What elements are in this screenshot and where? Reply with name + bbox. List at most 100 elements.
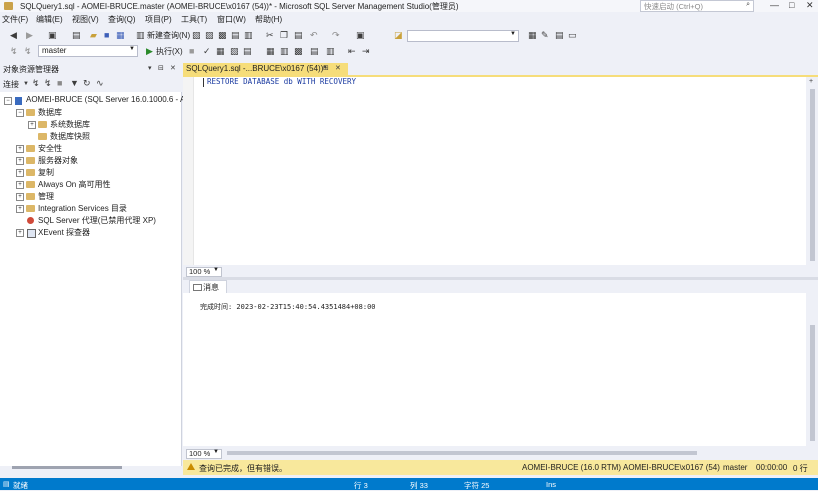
window-title: SQLQuery1.sql - AOMEI-BRUCE.master (AOME… [20, 2, 459, 11]
auto-hide-icon[interactable]: ⊟ [158, 64, 164, 74]
folder-icon [26, 157, 35, 164]
results-to-grid-icon[interactable]: ▦ [266, 46, 275, 56]
comment-icon[interactable]: ▤ [310, 46, 319, 56]
expand-icon[interactable]: + [16, 193, 24, 201]
split-icon[interactable]: + [809, 77, 813, 87]
redo-icon[interactable]: ↷ [332, 30, 340, 40]
expand-icon[interactable]: + [16, 205, 24, 213]
menu-file[interactable]: 文件(F) [2, 14, 28, 25]
maximize-button[interactable]: □ [789, 0, 794, 10]
messages-hscroll[interactable] [227, 451, 697, 455]
expand-icon[interactable]: + [16, 157, 24, 165]
object-explorer-hscroll[interactable] [12, 466, 122, 469]
query-editor[interactable] [183, 77, 806, 265]
query-icon-5[interactable]: ▥ [244, 30, 253, 40]
pin-icon[interactable]: ⊞ [323, 64, 329, 74]
decrease-indent-icon[interactable]: ⇤ [348, 46, 356, 56]
collapse-icon[interactable]: − [4, 97, 12, 105]
activity-monitor-icon[interactable]: ∿ [96, 78, 104, 88]
quick-launch-input[interactable]: 快速启动 (Ctrl+Q) ⌕ [640, 0, 754, 12]
execute-button[interactable]: 执行(X) [156, 46, 183, 57]
execute-icon[interactable]: ▶ [146, 46, 153, 56]
agent-icon [27, 217, 34, 224]
back-icon[interactable]: ◀ [10, 30, 17, 40]
tree-label-always-on: Always On 高可用性 [38, 180, 111, 189]
menu-tools[interactable]: 工具(T) [181, 14, 207, 25]
forward-icon[interactable]: ▶ [26, 30, 33, 40]
cancel-query-icon[interactable]: ■ [189, 46, 194, 56]
connect-object-icon[interactable]: ↯ [32, 78, 40, 88]
connect-icon[interactable]: ↯ [10, 46, 18, 56]
expand-icon[interactable]: + [16, 169, 24, 177]
properties-icon[interactable]: ▦ [528, 30, 537, 40]
query-icon-2[interactable]: ▨ [205, 30, 214, 40]
solution-config-combo[interactable]: ▼ [407, 30, 519, 42]
disconnect-icon[interactable]: ↯ [24, 46, 32, 56]
uncomment-icon[interactable]: ▥ [326, 46, 335, 56]
cut-icon[interactable]: ✂ [266, 30, 274, 40]
pin-menu-icon[interactable]: ▾ [148, 64, 152, 74]
new-query-button[interactable]: 新建查询(N) [147, 30, 190, 41]
database-select[interactable]: master ▼ [38, 45, 138, 57]
menu-help[interactable]: 帮助(H) [255, 14, 282, 25]
refresh-icon[interactable]: ↻ [83, 78, 91, 88]
copy-icon[interactable]: ❐ [280, 30, 288, 40]
registered-servers-icon[interactable]: ▤ [555, 30, 564, 40]
parse-icon[interactable]: ✓ [203, 46, 211, 56]
undo-icon[interactable]: ↶ [310, 30, 318, 40]
editor-zoom-select[interactable]: 100 % ▼ [186, 267, 222, 277]
window-layout-icon[interactable]: ▭ [568, 30, 577, 40]
expand-icon[interactable]: + [16, 181, 24, 189]
ssms-app-icon [4, 2, 13, 10]
query-icon-3[interactable]: ▩ [218, 30, 227, 40]
tab-messages[interactable]: 消息 [189, 280, 227, 293]
estimated-plan-icon[interactable]: ▦ [216, 46, 225, 56]
folder-icon [26, 193, 35, 200]
query-icon-4[interactable]: ▤ [231, 30, 240, 40]
tree-label-security: 安全性 [38, 144, 62, 153]
results-to-text-icon[interactable]: ▤ [243, 46, 252, 56]
filter-icon[interactable]: ▼ [70, 78, 79, 88]
menu-query[interactable]: 查询(Q) [108, 14, 136, 25]
query-icon-1[interactable]: ▧ [192, 30, 201, 40]
connect-button[interactable]: 连接 [3, 79, 19, 90]
menu-project[interactable]: 项目(P) [145, 14, 172, 25]
new-file-icon[interactable]: ▤ [72, 30, 81, 40]
minimize-button[interactable]: — [770, 0, 779, 10]
save-icon[interactable]: ■ [104, 30, 109, 40]
menu-view[interactable]: 视图(V) [72, 14, 99, 25]
editor-scroll-thumb[interactable] [810, 89, 815, 261]
open-folder-icon[interactable]: ▰ [90, 30, 97, 40]
expand-icon[interactable]: + [28, 121, 36, 129]
messages-pane[interactable] [183, 293, 806, 446]
close-panel-icon[interactable]: ✕ [170, 64, 176, 74]
query-options-icon[interactable]: ▧ [230, 46, 239, 56]
include-plan-icon[interactable]: ▩ [294, 46, 303, 56]
wrench-icon[interactable]: ✎ [541, 30, 549, 40]
messages-zoom-select[interactable]: 100 % ▼ [186, 449, 222, 459]
menu-window[interactable]: 窗口(W) [217, 14, 246, 25]
chevron-down-icon: ▼ [129, 46, 135, 52]
disconnect-object-icon[interactable]: ↯ [44, 78, 52, 88]
results-to-file-icon[interactable]: ▥ [280, 46, 289, 56]
messages-scroll-thumb[interactable] [810, 325, 815, 441]
new-query-icon[interactable]: ▥ [136, 30, 145, 40]
object-explorer-tree: − AOMEI-BRUCE (SQL Server 16.0.1000.6 - … [0, 92, 192, 466]
save-all-icon[interactable]: ▦ [116, 30, 125, 40]
stop-icon[interactable]: ■ [57, 78, 62, 88]
expand-icon[interactable]: + [16, 145, 24, 153]
menu-edit[interactable]: 编辑(E) [36, 14, 63, 25]
chevron-down-icon[interactable]: ▼ [23, 79, 29, 89]
paste-icon[interactable]: ▤ [294, 30, 303, 40]
close-tab-icon[interactable]: ✕ [335, 64, 341, 74]
expand-icon[interactable]: + [16, 229, 24, 237]
close-button[interactable]: ✕ [806, 0, 814, 11]
collapse-icon[interactable]: − [16, 109, 24, 117]
debug-icon[interactable]: ▣ [356, 30, 365, 40]
solution-config-icon[interactable]: ◪ [394, 30, 403, 40]
new-project-icon[interactable]: ▣ [48, 30, 57, 40]
increase-indent-icon[interactable]: ⇥ [362, 46, 370, 56]
editor-footer: 100 % ▼ [183, 266, 818, 277]
query-text[interactable]: RESTORE DATABASE db WITH RECOVERY [207, 77, 356, 86]
tab-sqlquery1[interactable]: SQLQuery1.sql -...BRUCE\x0167 (54))* ⊞ ✕ [183, 63, 348, 75]
